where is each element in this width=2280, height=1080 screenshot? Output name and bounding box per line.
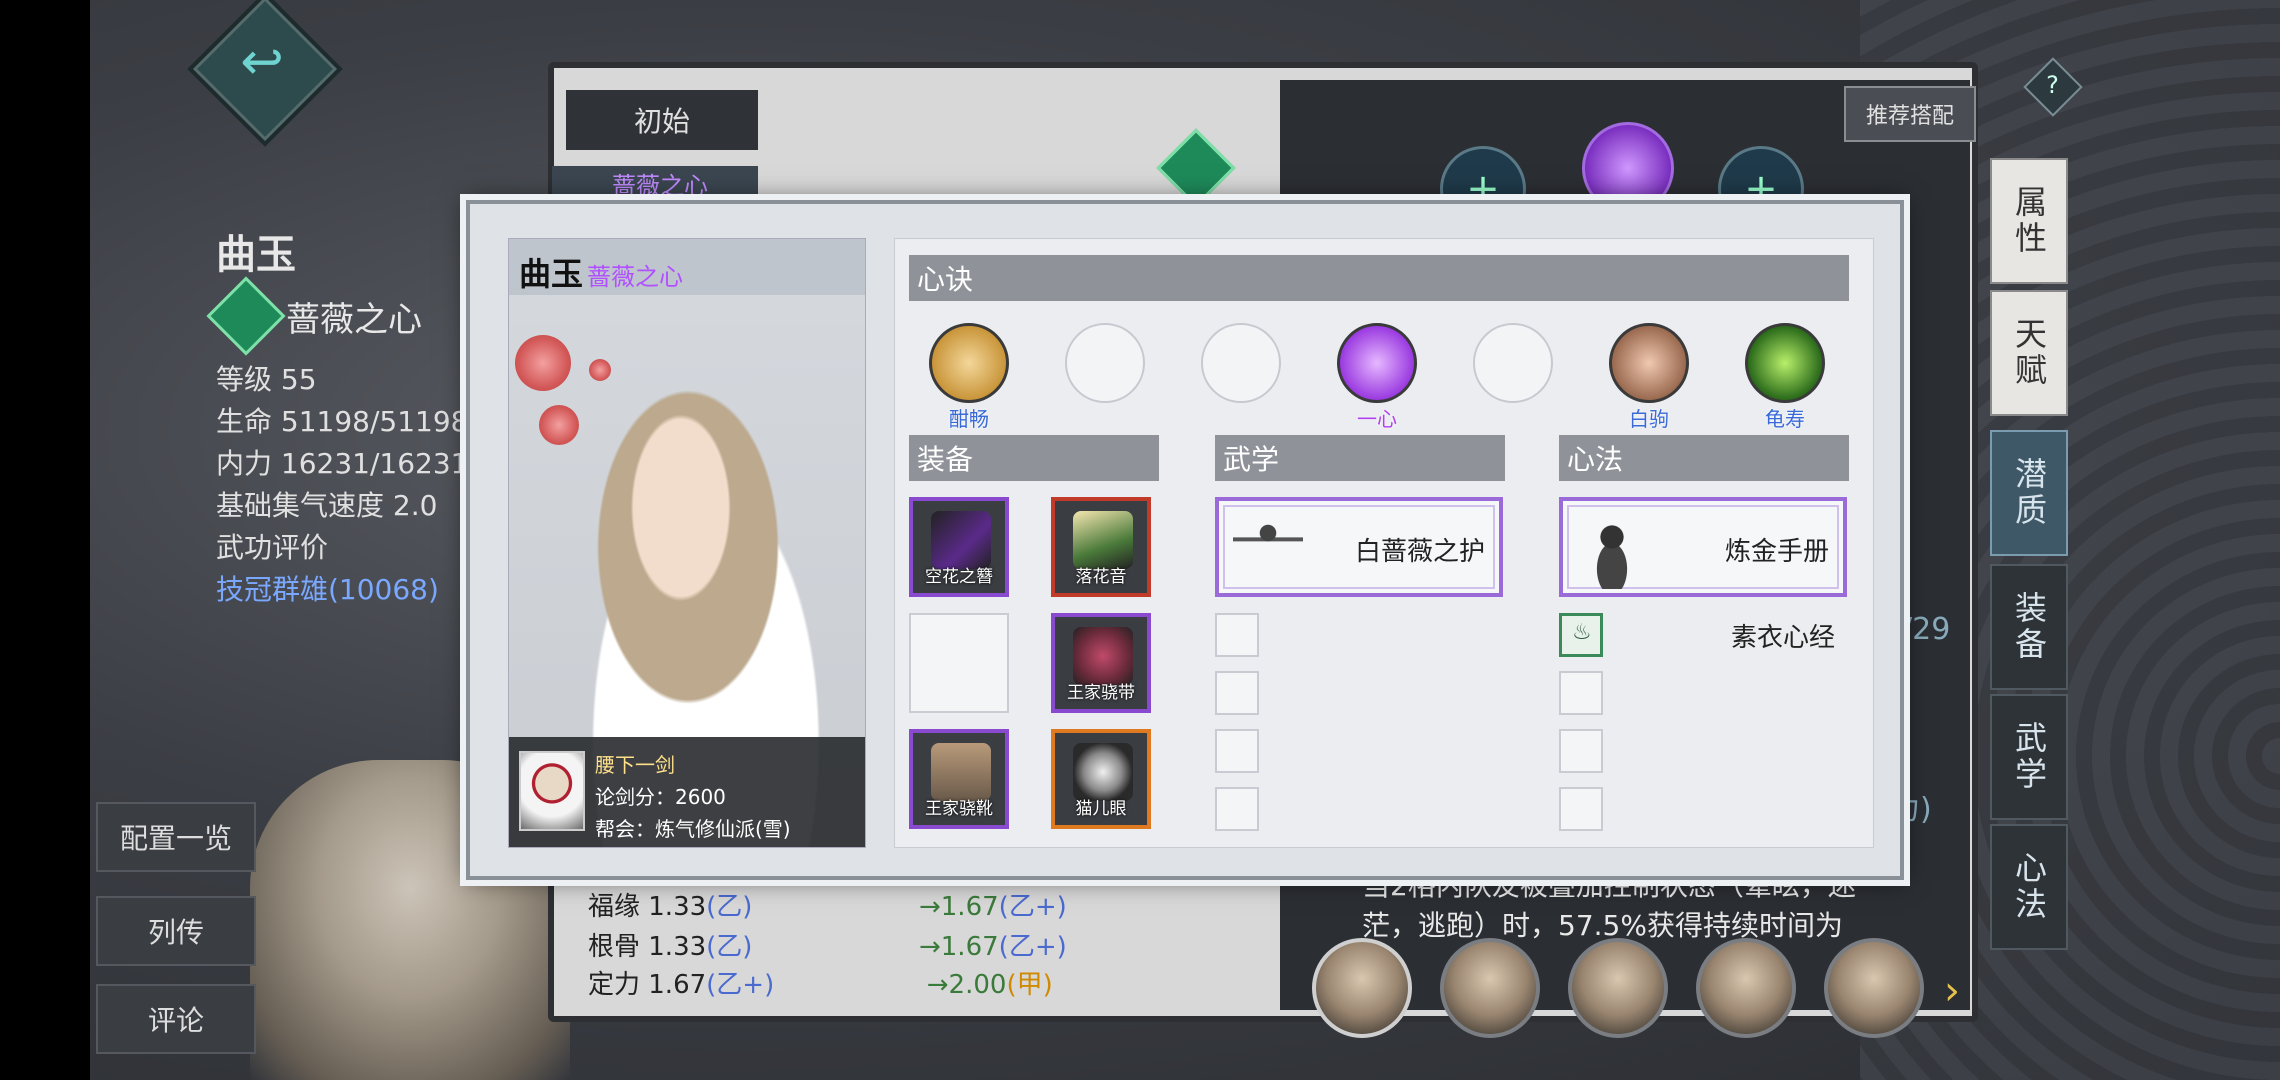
player-name: 腰下一剑 (595, 753, 675, 777)
wuxue-slot[interactable] (1215, 613, 1259, 657)
stat-level: 等级 55 (216, 363, 317, 396)
stat-rating-value[interactable]: 技冠群雄(10068) (216, 568, 466, 608)
loadout-panel: 心诀 酣畅 一心 白驹 龟寿 装备 空花之簪 落花音 王家骁带 王家骁靴 猫儿眼… (894, 238, 1874, 848)
stat-hp: 生命 51198/51198 (216, 405, 466, 438)
xinjue-slot[interactable] (1473, 323, 1553, 403)
rose-decoration (589, 359, 611, 381)
equip-slot-empty[interactable] (909, 613, 1009, 713)
xinjue-label: 白驹 (1629, 407, 1669, 431)
character-title-row: 蔷薇之心 (206, 276, 422, 356)
tab-talent[interactable]: 天赋 (1990, 290, 2068, 416)
character-name: 曲玉 (216, 231, 296, 278)
stat-speed: 基础集气速度 2.0 (216, 489, 438, 522)
xinfa-main-skill[interactable]: 炼金手册 (1559, 497, 1847, 597)
counter-text: /29 (1902, 612, 1951, 647)
xinjue-slot[interactable] (1065, 323, 1145, 403)
tab-mind-method[interactable]: 心法 (1990, 824, 2068, 950)
player-avatar (519, 751, 585, 831)
hero-avatar[interactable] (1696, 938, 1796, 1038)
card-title: 曲玉 蔷薇之心 (519, 249, 683, 295)
xinfa-slot[interactable]: ♨ (1559, 613, 1603, 657)
gem-icon (206, 276, 286, 356)
skill-figure-icon (1233, 509, 1303, 589)
xinjue-header: 心诀 (909, 255, 1849, 301)
tab-initial[interactable]: 初始 (566, 90, 758, 150)
wuxue-slot[interactable] (1215, 729, 1259, 773)
help-icon: ? (2046, 71, 2059, 100)
equip-slot-weapon[interactable]: 落花音 (1051, 497, 1151, 597)
tab-attributes[interactable]: 属性 (1990, 158, 2068, 284)
wuxue-slot[interactable] (1215, 671, 1259, 715)
hero-avatar[interactable] (1440, 938, 1540, 1038)
stat-row: 福缘 1.33(乙) →1.67(乙+) (588, 892, 1067, 922)
hero-avatar[interactable] (1568, 938, 1668, 1038)
equip-slot-belt[interactable]: 王家骁带 (1051, 613, 1151, 713)
comments-button[interactable]: 评论 (96, 984, 256, 1054)
meditation-figure-icon (1577, 509, 1647, 589)
xinfa-slot[interactable] (1559, 671, 1603, 715)
tab-martial-arts[interactable]: 武学 (1990, 694, 2068, 820)
character-card: 曲玉 蔷薇之心 腰下一剑 论剑分：2600 帮会：炼气修仙派(雪) (508, 238, 866, 848)
recommend-button[interactable]: 推荐搭配 (1844, 86, 1976, 142)
wuxue-slot[interactable] (1215, 787, 1259, 831)
hero-avatar[interactable] (1824, 938, 1924, 1038)
incense-icon: ♨ (1572, 620, 1592, 645)
equip-header: 装备 (909, 435, 1159, 481)
character-detail-modal: 曲玉 蔷薇之心 腰下一剑 论剑分：2600 帮会：炼气修仙派(雪) 心诀 酣畅 一… (466, 200, 1904, 880)
biography-button[interactable]: 列传 (96, 896, 256, 966)
left-black-bar (0, 0, 90, 1080)
xinjue-label: 龟寿 (1765, 407, 1805, 431)
card-character-name: 曲玉 (519, 255, 584, 293)
player-score: 论剑分：2600 (595, 785, 726, 809)
wuxue-main-skill[interactable]: 白蔷薇之护 (1215, 497, 1503, 597)
stat-mp: 内力 16231/16231 (216, 447, 466, 480)
stat-row: 定力 1.67(乙+) →2.00(甲) (588, 970, 1053, 1000)
equip-slot-hairpin[interactable]: 空花之簪 (909, 497, 1009, 597)
next-arrow-icon[interactable]: › (1944, 968, 1960, 1014)
stat-row: 根骨 1.33(乙) →1.67(乙+) (588, 932, 1067, 962)
xinjue-slot[interactable] (929, 323, 1009, 403)
tab-equipment[interactable]: 装备 (1990, 564, 2068, 690)
wuxue-header: 武学 (1215, 435, 1505, 481)
xinjue-label: 一心 (1357, 407, 1397, 431)
config-overview-button[interactable]: 配置一览 (96, 802, 256, 872)
xinfa-secondary: 素衣心经 (1731, 623, 1836, 653)
xinfa-slot[interactable] (1559, 787, 1603, 831)
player-info: 腰下一剑 论剑分：2600 帮会：炼气修仙派(雪) (509, 737, 865, 847)
character-title: 蔷薇之心 (286, 299, 422, 340)
xinjue-label: 酣畅 (949, 407, 989, 431)
xinjue-slot[interactable] (1337, 323, 1417, 403)
player-guild: 帮会：炼气修仙派(雪) (595, 817, 791, 841)
equip-slot-accessory[interactable]: 猫儿眼 (1051, 729, 1151, 829)
stat-rating-label: 武功评价 (216, 531, 329, 564)
xinjue-slot[interactable] (1745, 323, 1825, 403)
rose-decoration (515, 335, 571, 391)
card-character-title: 蔷薇之心 (587, 263, 684, 291)
xinjue-slot[interactable] (1609, 323, 1689, 403)
tab-potential[interactable]: 潜质 (1990, 430, 2068, 556)
rose-decoration (539, 405, 579, 445)
hero-avatar[interactable] (1312, 938, 1412, 1038)
xinjue-slot[interactable] (1201, 323, 1281, 403)
equip-slot-boots[interactable]: 王家骁靴 (909, 729, 1009, 829)
xinfa-header: 心法 (1559, 435, 1849, 481)
xinfa-slot[interactable] (1559, 729, 1603, 773)
back-arrow-icon: ↩ (240, 31, 284, 92)
